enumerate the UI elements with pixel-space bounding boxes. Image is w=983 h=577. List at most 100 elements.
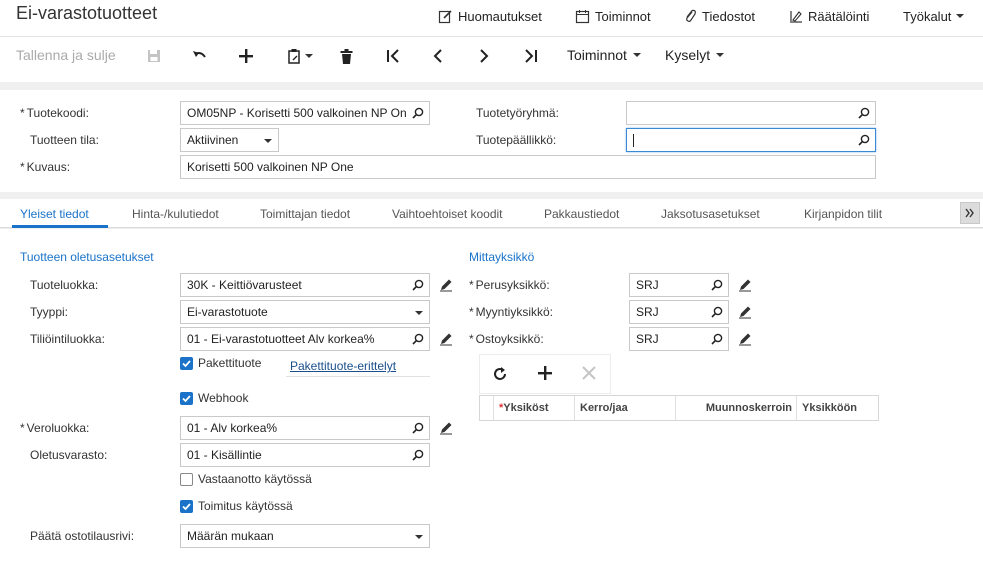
search-icon[interactable] (412, 107, 424, 119)
base-unit-label-text: Perusyksikkö: (475, 278, 550, 292)
search-icon[interactable] (711, 306, 723, 318)
files-button[interactable]: Tiedostot (683, 6, 755, 26)
close-po-line-value: Määrän mukaan (187, 529, 274, 543)
checkbox-checked-icon[interactable] (180, 391, 193, 405)
edit-pencil-icon[interactable] (738, 332, 752, 346)
type-select[interactable]: Ei-varastotuote (180, 300, 430, 324)
tab-vendor[interactable]: Toimittajan tiedot (260, 207, 350, 221)
search-icon[interactable] (412, 422, 424, 434)
sales-unit-field[interactable]: SRJ (629, 300, 729, 324)
checkbox-unchecked-icon[interactable] (180, 472, 193, 486)
add-button[interactable] (238, 46, 254, 66)
description-value: Korisetti 500 valkoinen NP One (187, 160, 354, 174)
edit-pencil-icon[interactable] (738, 278, 752, 292)
grid-col-multiply-divide[interactable]: Kerro/jaa (576, 396, 676, 420)
product-manager-label: Tuotepäällikkö: (476, 133, 557, 147)
grid-col-from-unit[interactable]: *Yksiköst (495, 396, 575, 420)
inquiries-menu[interactable]: Kyselyt (665, 47, 725, 63)
edit-pencil-icon[interactable] (738, 305, 752, 319)
edit-pencil-icon[interactable] (439, 278, 453, 292)
search-icon[interactable] (412, 333, 424, 345)
more-tabs-button[interactable] (960, 202, 980, 224)
active-tab-indicator (12, 225, 108, 228)
tab-packaging[interactable]: Pakkaustiedot (544, 207, 619, 221)
text-cursor (633, 134, 634, 148)
plus-icon[interactable] (538, 366, 552, 380)
grid-col-to-unit[interactable]: Yksikköön (798, 396, 878, 420)
clipboard-icon (288, 49, 300, 64)
search-icon[interactable] (711, 279, 723, 291)
type-label: Tyyppi: (30, 305, 69, 319)
product-code-value: OM05NP - Korisetti 500 valkoinen NP One (187, 106, 407, 120)
tools-label: Työkalut (903, 8, 952, 24)
tax-category-label-text: Veroluokka: (26, 421, 90, 435)
edit-pencil-icon[interactable] (439, 421, 453, 435)
tools-menu[interactable]: Työkalut (903, 6, 965, 26)
chevron-down-icon (264, 139, 272, 143)
actions-menu[interactable]: Toiminnot (567, 47, 641, 63)
webhook-label: Webhook (198, 391, 249, 405)
tab-general[interactable]: Yleiset tiedot (20, 207, 89, 221)
activities-button[interactable]: Toiminnot (575, 6, 651, 26)
tax-category-field[interactable]: 01 - Alv korkea% (180, 416, 430, 440)
tab-price-cost[interactable]: Hinta-/kulutiedot (132, 207, 219, 221)
purchase-unit-label-text: Ostoyksikkö: (475, 332, 544, 346)
customize-button[interactable]: Räätälöinti (788, 6, 869, 26)
search-icon[interactable] (412, 279, 424, 291)
notes-button[interactable]: Huomautukset (438, 6, 542, 26)
search-icon[interactable] (858, 107, 870, 119)
edit-pencil-icon[interactable] (439, 332, 453, 346)
last-record-button[interactable] (522, 46, 540, 66)
first-icon (387, 49, 399, 63)
refresh-icon[interactable] (492, 366, 508, 382)
save-close-button[interactable]: Tallenna ja sulje (16, 47, 116, 63)
save-icon (148, 50, 160, 62)
receipt-enabled-checkbox[interactable]: Vastaanotto käytössä (180, 472, 312, 486)
search-icon[interactable] (412, 449, 424, 461)
product-code-field[interactable]: OM05NP - Korisetti 500 valkoinen NP One (180, 101, 430, 125)
checkbox-checked-icon[interactable] (180, 356, 193, 370)
purchase-unit-field[interactable]: SRJ (629, 327, 729, 351)
paste-button[interactable] (284, 46, 316, 66)
tab-gl-accounts[interactable]: Kirjanpidon tilit (804, 207, 882, 221)
product-manager-field[interactable] (626, 128, 876, 152)
posting-class-field[interactable]: 01 - Ei-varastotuotteet Alv korkea% (180, 327, 430, 351)
product-workgroup-field[interactable] (626, 101, 876, 125)
tab-cross-reference[interactable]: Vaihtoehtoiset koodit (392, 207, 503, 221)
description-label: * Kuvaus: (20, 160, 71, 174)
search-icon[interactable] (858, 134, 870, 146)
tax-category-label: * Veroluokka: (20, 421, 90, 435)
previous-record-button[interactable] (430, 46, 446, 66)
default-warehouse-value: 01 - Kisällintie (187, 448, 262, 462)
kit-checkbox[interactable]: Pakettituote (180, 356, 261, 370)
purchase-unit-value: SRJ (636, 332, 659, 346)
description-field[interactable]: Korisetti 500 valkoinen NP One (180, 155, 876, 179)
item-class-field[interactable]: 30K - Keittiövarusteet (180, 273, 430, 297)
grid-col-conversion-factor[interactable]: Muunnoskerroin (677, 396, 797, 420)
notes-label: Huomautukset (458, 8, 542, 24)
grid-col-from-unit-label: Yksiköst (503, 402, 549, 414)
undo-button[interactable] (191, 46, 209, 66)
delivery-enabled-checkbox[interactable]: Toimitus käytössä (180, 499, 293, 513)
kit-specifications-link[interactable]: Pakettituote-erittelyt (290, 359, 396, 373)
note-edit-icon (438, 9, 452, 23)
save-button[interactable] (146, 46, 162, 66)
purchase-unit-label: * Ostoyksikkö: (469, 332, 544, 346)
defaults-section-title: Tuotteen oletusasetukset (20, 250, 154, 264)
close-icon[interactable] (582, 366, 596, 380)
webhook-checkbox[interactable]: Webhook (180, 391, 248, 405)
delete-button[interactable] (338, 46, 354, 66)
posting-class-label: Tiliöintiluokka: (30, 332, 105, 346)
tab-deferral[interactable]: Jaksotusasetukset (661, 207, 760, 221)
chevron-down-icon (415, 311, 423, 315)
first-record-button[interactable] (384, 46, 402, 66)
product-workgroup-label: Tuotetyöryhmä: (476, 106, 559, 120)
close-po-line-select[interactable]: Määrän mukaan (180, 524, 430, 548)
status-select[interactable]: Aktiivinen (180, 128, 279, 152)
default-warehouse-field[interactable]: 01 - Kisällintie (180, 443, 430, 467)
base-unit-field[interactable]: SRJ (629, 273, 729, 297)
next-record-button[interactable] (476, 46, 492, 66)
status-label: Tuotteen tila: (30, 133, 99, 147)
checkbox-checked-icon[interactable] (180, 499, 193, 513)
search-icon[interactable] (711, 333, 723, 345)
